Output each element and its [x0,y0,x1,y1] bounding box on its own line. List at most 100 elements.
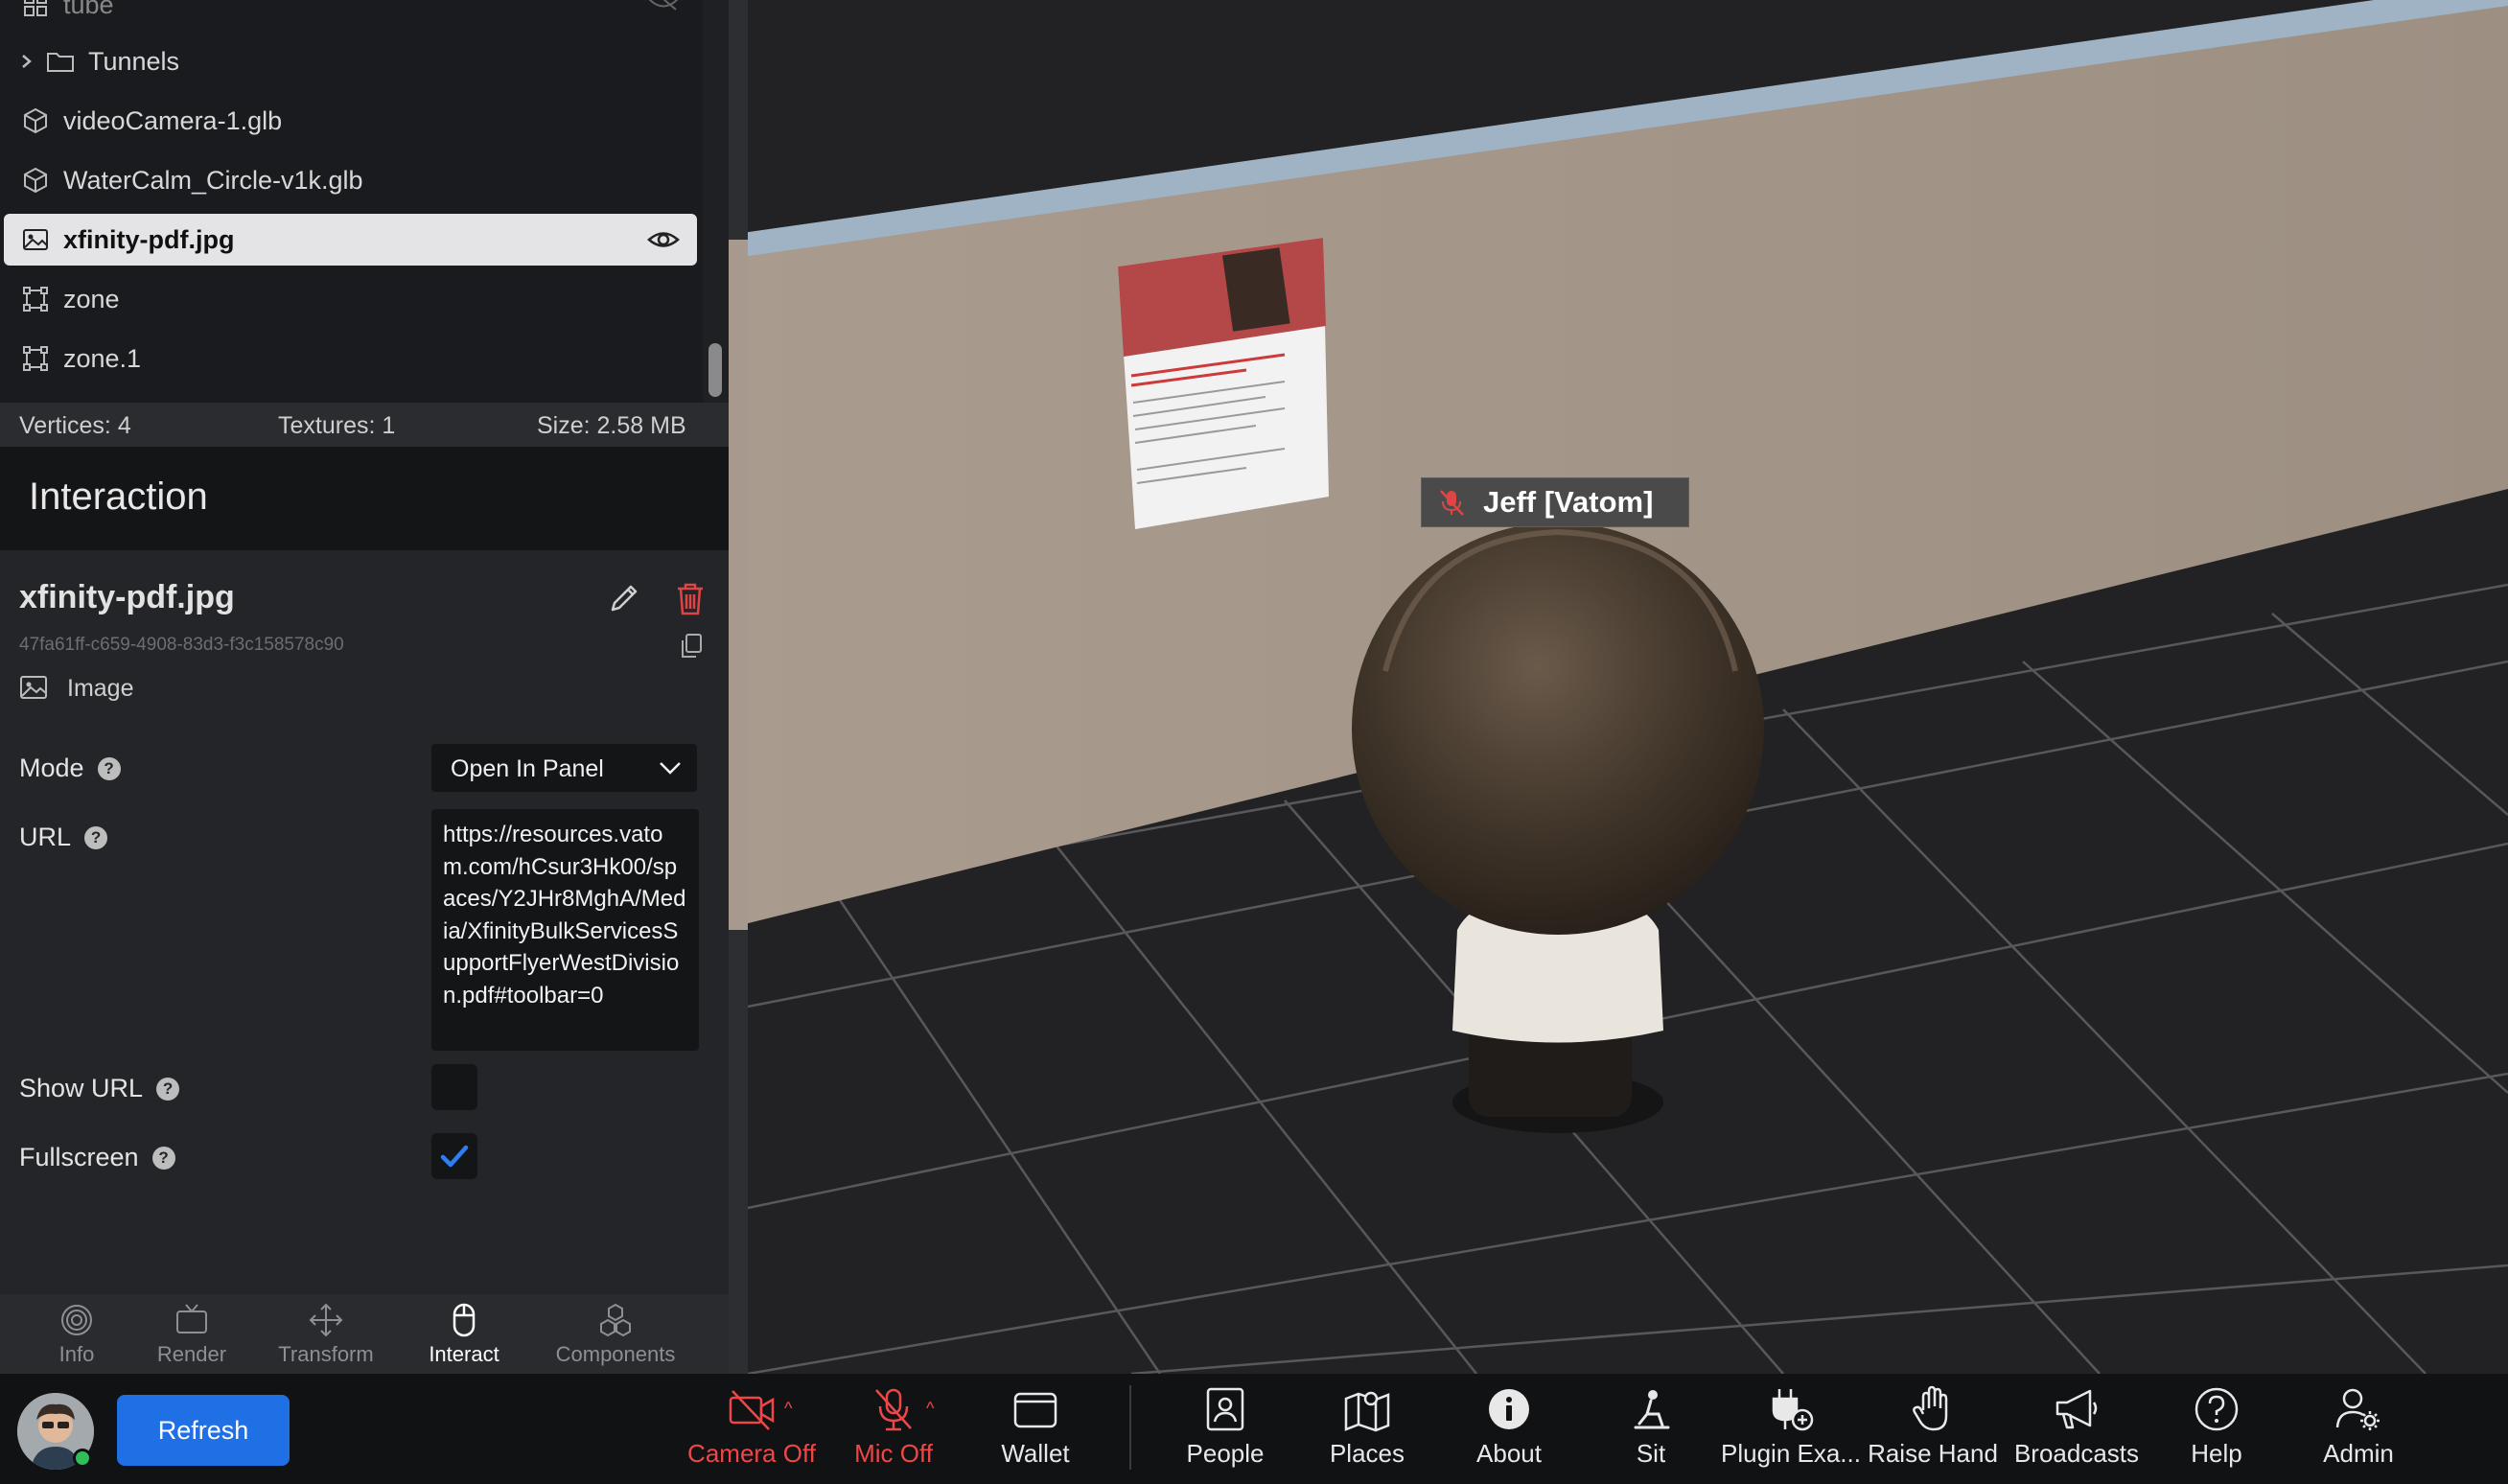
admin-button[interactable]: Admin [2301,1385,2416,1481]
toolbar-label: Mic Off [854,1439,933,1468]
toolbar-label: Plugin Exa... [1721,1439,1861,1468]
outliner-item-label: WaterCalm_Circle-v1k.glb [63,165,363,195]
outliner-item-tunnels[interactable]: Tunnels [4,35,697,87]
tab-components[interactable]: Components [546,1294,685,1374]
camera-off-icon [727,1385,777,1433]
outliner-item-label: zone.1 [63,343,142,373]
vertices-count: Vertices: 4 [19,412,131,439]
scene-viewport[interactable] [748,0,2508,1374]
cube-icon [21,166,50,195]
tab-info[interactable]: Info [38,1294,115,1374]
raise-hand-button[interactable]: Raise Hand [1866,1385,2000,1481]
outliner-item-xfinity-pdf[interactable]: xfinity-pdf.jpg [4,214,697,266]
url-row: URL ? [19,823,108,852]
outliner-item-label: tube [63,0,114,19]
tab-transform[interactable]: Transform [268,1294,383,1374]
help-icon[interactable]: ? [151,1146,175,1170]
mode-row: Mode ? [19,754,121,783]
toolbar-label: Broadcasts [2013,1439,2140,1468]
sit-button[interactable]: Sit [1593,1385,1708,1481]
online-status-dot [73,1449,92,1468]
move-icon [308,1302,344,1338]
object-name: xfinity-pdf.jpg [19,579,235,615]
tab-label: Render [156,1342,227,1366]
camera-toggle-button[interactable]: Camera Off [671,1385,832,1481]
outliner-item-tube[interactable]: tube [4,0,697,31]
object-uuid: 47fa61ff-c659-4908-83d3-f3c158578c90 [19,635,344,655]
bottom-toolbar: Refresh Camera Off ^ Mic Off ^ Wallet Pe… [0,1374,2508,1484]
about-button[interactable]: About [1451,1385,1567,1481]
tab-render[interactable]: Render [144,1294,240,1374]
eye-off-icon[interactable] [647,0,680,13]
people-button[interactable]: People [1166,1385,1285,1481]
file-size: Size: 2.58 MB [537,412,686,439]
mode-select[interactable]: Open In Panel [431,744,697,792]
checkmark-icon [440,1145,469,1168]
scene-canvas[interactable] [748,0,2508,1374]
outliner-item-label: zone [63,284,120,313]
left-panel: tube Tunnels videoCamera-1.glb WaterCalm… [0,0,729,1374]
fullscreen-checkbox[interactable] [431,1133,477,1179]
wall-edge-strip [729,240,748,930]
sit-icon [1626,1385,1676,1433]
outliner-item-zone-1[interactable]: zone.1 [4,333,697,384]
tab-label: Info [58,1342,95,1366]
image-icon [21,225,50,254]
hand-icon [1908,1385,1958,1433]
people-icon [1200,1385,1250,1433]
scene-outliner: tube Tunnels videoCamera-1.glb WaterCalm… [0,0,729,403]
chevron-up-icon[interactable]: ^ [784,1399,792,1419]
pdf-poster[interactable] [1118,238,1329,529]
toolbar-label: About [1476,1439,1542,1468]
mouse-icon [446,1302,482,1338]
outliner-item-videocamera[interactable]: videoCamera-1.glb [4,95,697,147]
toolbar-label: Sit [1636,1439,1666,1468]
zone-icon [21,285,50,313]
url-textarea[interactable]: https://resources.vatom.com/hCsur3Hk00/s… [431,809,699,1051]
tab-interact[interactable]: Interact [416,1294,512,1374]
help-button[interactable]: Help [2159,1385,2274,1481]
mode-label: Mode [19,754,84,782]
outliner-item-label: videoCamera-1.glb [63,105,283,135]
toolbar-label: Raise Hand [1868,1439,1998,1468]
info-icon [1484,1385,1534,1433]
object-type: Image [67,675,134,702]
outliner-scrollbar-thumb[interactable] [708,343,722,397]
outliner-item-watercalm[interactable]: WaterCalm_Circle-v1k.glb [4,154,697,206]
copy-icon[interactable] [679,633,704,660]
tab-label: Transform [278,1342,374,1366]
panel-tab-bar: Info Render Transform Interact Component… [0,1294,729,1374]
wallet-button[interactable]: Wallet [978,1385,1093,1481]
help-icon[interactable]: ? [97,756,121,780]
outliner-item-zone[interactable]: zone [4,273,697,325]
boxes-icon [597,1302,634,1338]
plugin-example-button[interactable]: Plugin Exa... [1720,1385,1862,1481]
help-icon[interactable]: ? [84,825,108,849]
toolbar-label: Wallet [1001,1439,1070,1468]
outliner-item-label: xfinity-pdf.jpg [63,224,235,254]
interaction-inspector: xfinity-pdf.jpg 47fa61ff-c659-4908-83d3-… [0,550,729,1294]
textures-count: Textures: 1 [278,412,396,439]
tv-icon [174,1302,210,1338]
chevron-up-icon[interactable]: ^ [926,1399,934,1419]
tab-label: Components [555,1342,676,1366]
show-url-checkbox[interactable] [431,1064,477,1110]
show-url-row: Show URL ? [19,1074,180,1103]
places-button[interactable]: Places [1310,1385,1425,1481]
help-icon[interactable]: ? [156,1077,180,1101]
mic-off-icon [1437,488,1466,517]
pencil-icon[interactable] [607,581,641,615]
admin-icon [2334,1385,2383,1433]
mic-off-icon [869,1385,918,1433]
wallet-icon [1010,1385,1060,1433]
nameplate-label: Jeff [Vatom] [1483,485,1654,519]
outliner-scrollbar-track[interactable] [703,0,729,403]
chevron-right-icon[interactable] [17,49,36,74]
broadcasts-button[interactable]: Broadcasts [2009,1385,2144,1481]
refresh-button[interactable]: Refresh [117,1395,290,1466]
trash-icon[interactable] [674,581,707,617]
eye-icon[interactable] [647,225,680,254]
toolbar-label: Places [1329,1439,1405,1468]
zone-icon [21,344,50,373]
toolbar-label: Camera Off [687,1439,816,1468]
